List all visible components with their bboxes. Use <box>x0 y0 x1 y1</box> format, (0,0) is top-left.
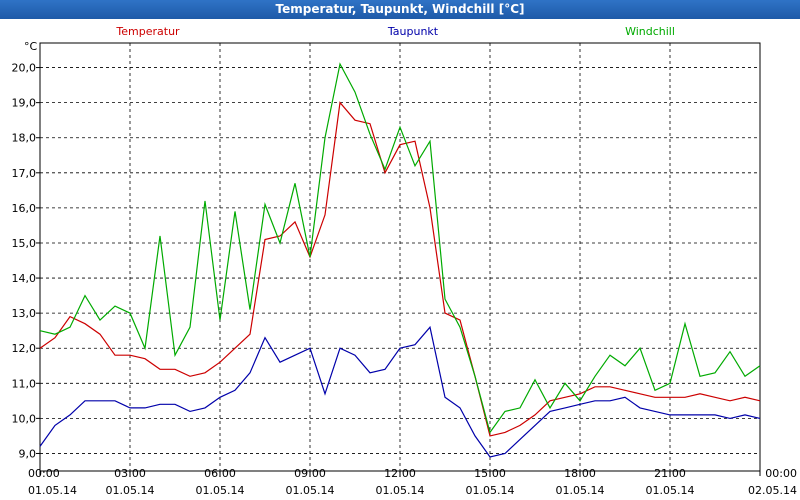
y-tick-label: 15,0 <box>12 237 37 250</box>
y-tick-label: 10,0 <box>12 412 37 425</box>
y-tick-label: 19,0 <box>12 97 37 110</box>
x-tick-time: 00:00 <box>28 467 60 480</box>
legend-item-temperatur: Temperatur <box>115 25 180 38</box>
x-tick-time: 15:00 <box>474 467 506 480</box>
x-tick-time: 06:00 <box>204 467 236 480</box>
x-tick-time: 21:00 <box>654 467 686 480</box>
x-tick-date: 01.05.14 <box>28 484 77 497</box>
y-tick-label: 13,0 <box>12 307 37 320</box>
y-tick-label: 17,0 <box>12 167 37 180</box>
x-tick-time: 00:00 <box>765 467 797 480</box>
x-tick-date: 01.05.14 <box>466 484 515 497</box>
x-tick-date: 02.05.14 <box>748 484 797 497</box>
x-tick-date: 01.05.14 <box>196 484 245 497</box>
y-tick-label: 9,0 <box>19 447 37 460</box>
x-tick-date: 01.05.14 <box>286 484 335 497</box>
line-chart: 9,0 10,0 11,0 12,0 13,0 14,0 15,0 16,0 17,0 18,0 1… <box>0 19 800 500</box>
x-tick-time: 03:00 <box>114 467 146 480</box>
y-tick-label: 20,0 <box>12 62 37 75</box>
x-tick-date: 01.05.14 <box>646 484 695 497</box>
y-tick-label: 18,0 <box>12 132 37 145</box>
y-tick-label: 16,0 <box>12 202 37 215</box>
x-tick-date: 01.05.14 <box>556 484 605 497</box>
y-tick-label: 11,0 <box>12 377 37 390</box>
x-tick-date: 01.05.14 <box>376 484 425 497</box>
x-tick-time: 09:00 <box>294 467 326 480</box>
x-tick-time: 12:00 <box>384 467 416 480</box>
legend-item-windchill: Windchill <box>625 25 675 38</box>
y-axis-label: °C <box>24 40 38 53</box>
x-tick-time: 18:00 <box>564 467 596 480</box>
window-title-bar: Temperatur, Taupunkt, Windchill [°C] <box>0 0 800 19</box>
x-tick-date: 01.05.14 <box>106 484 155 497</box>
y-tick-label: 12,0 <box>12 342 37 355</box>
chart-title: Temperatur, Taupunkt, Windchill [°C] <box>275 2 525 16</box>
y-tick-label: 14,0 <box>12 272 37 285</box>
legend-item-taupunkt: Taupunkt <box>387 25 439 38</box>
